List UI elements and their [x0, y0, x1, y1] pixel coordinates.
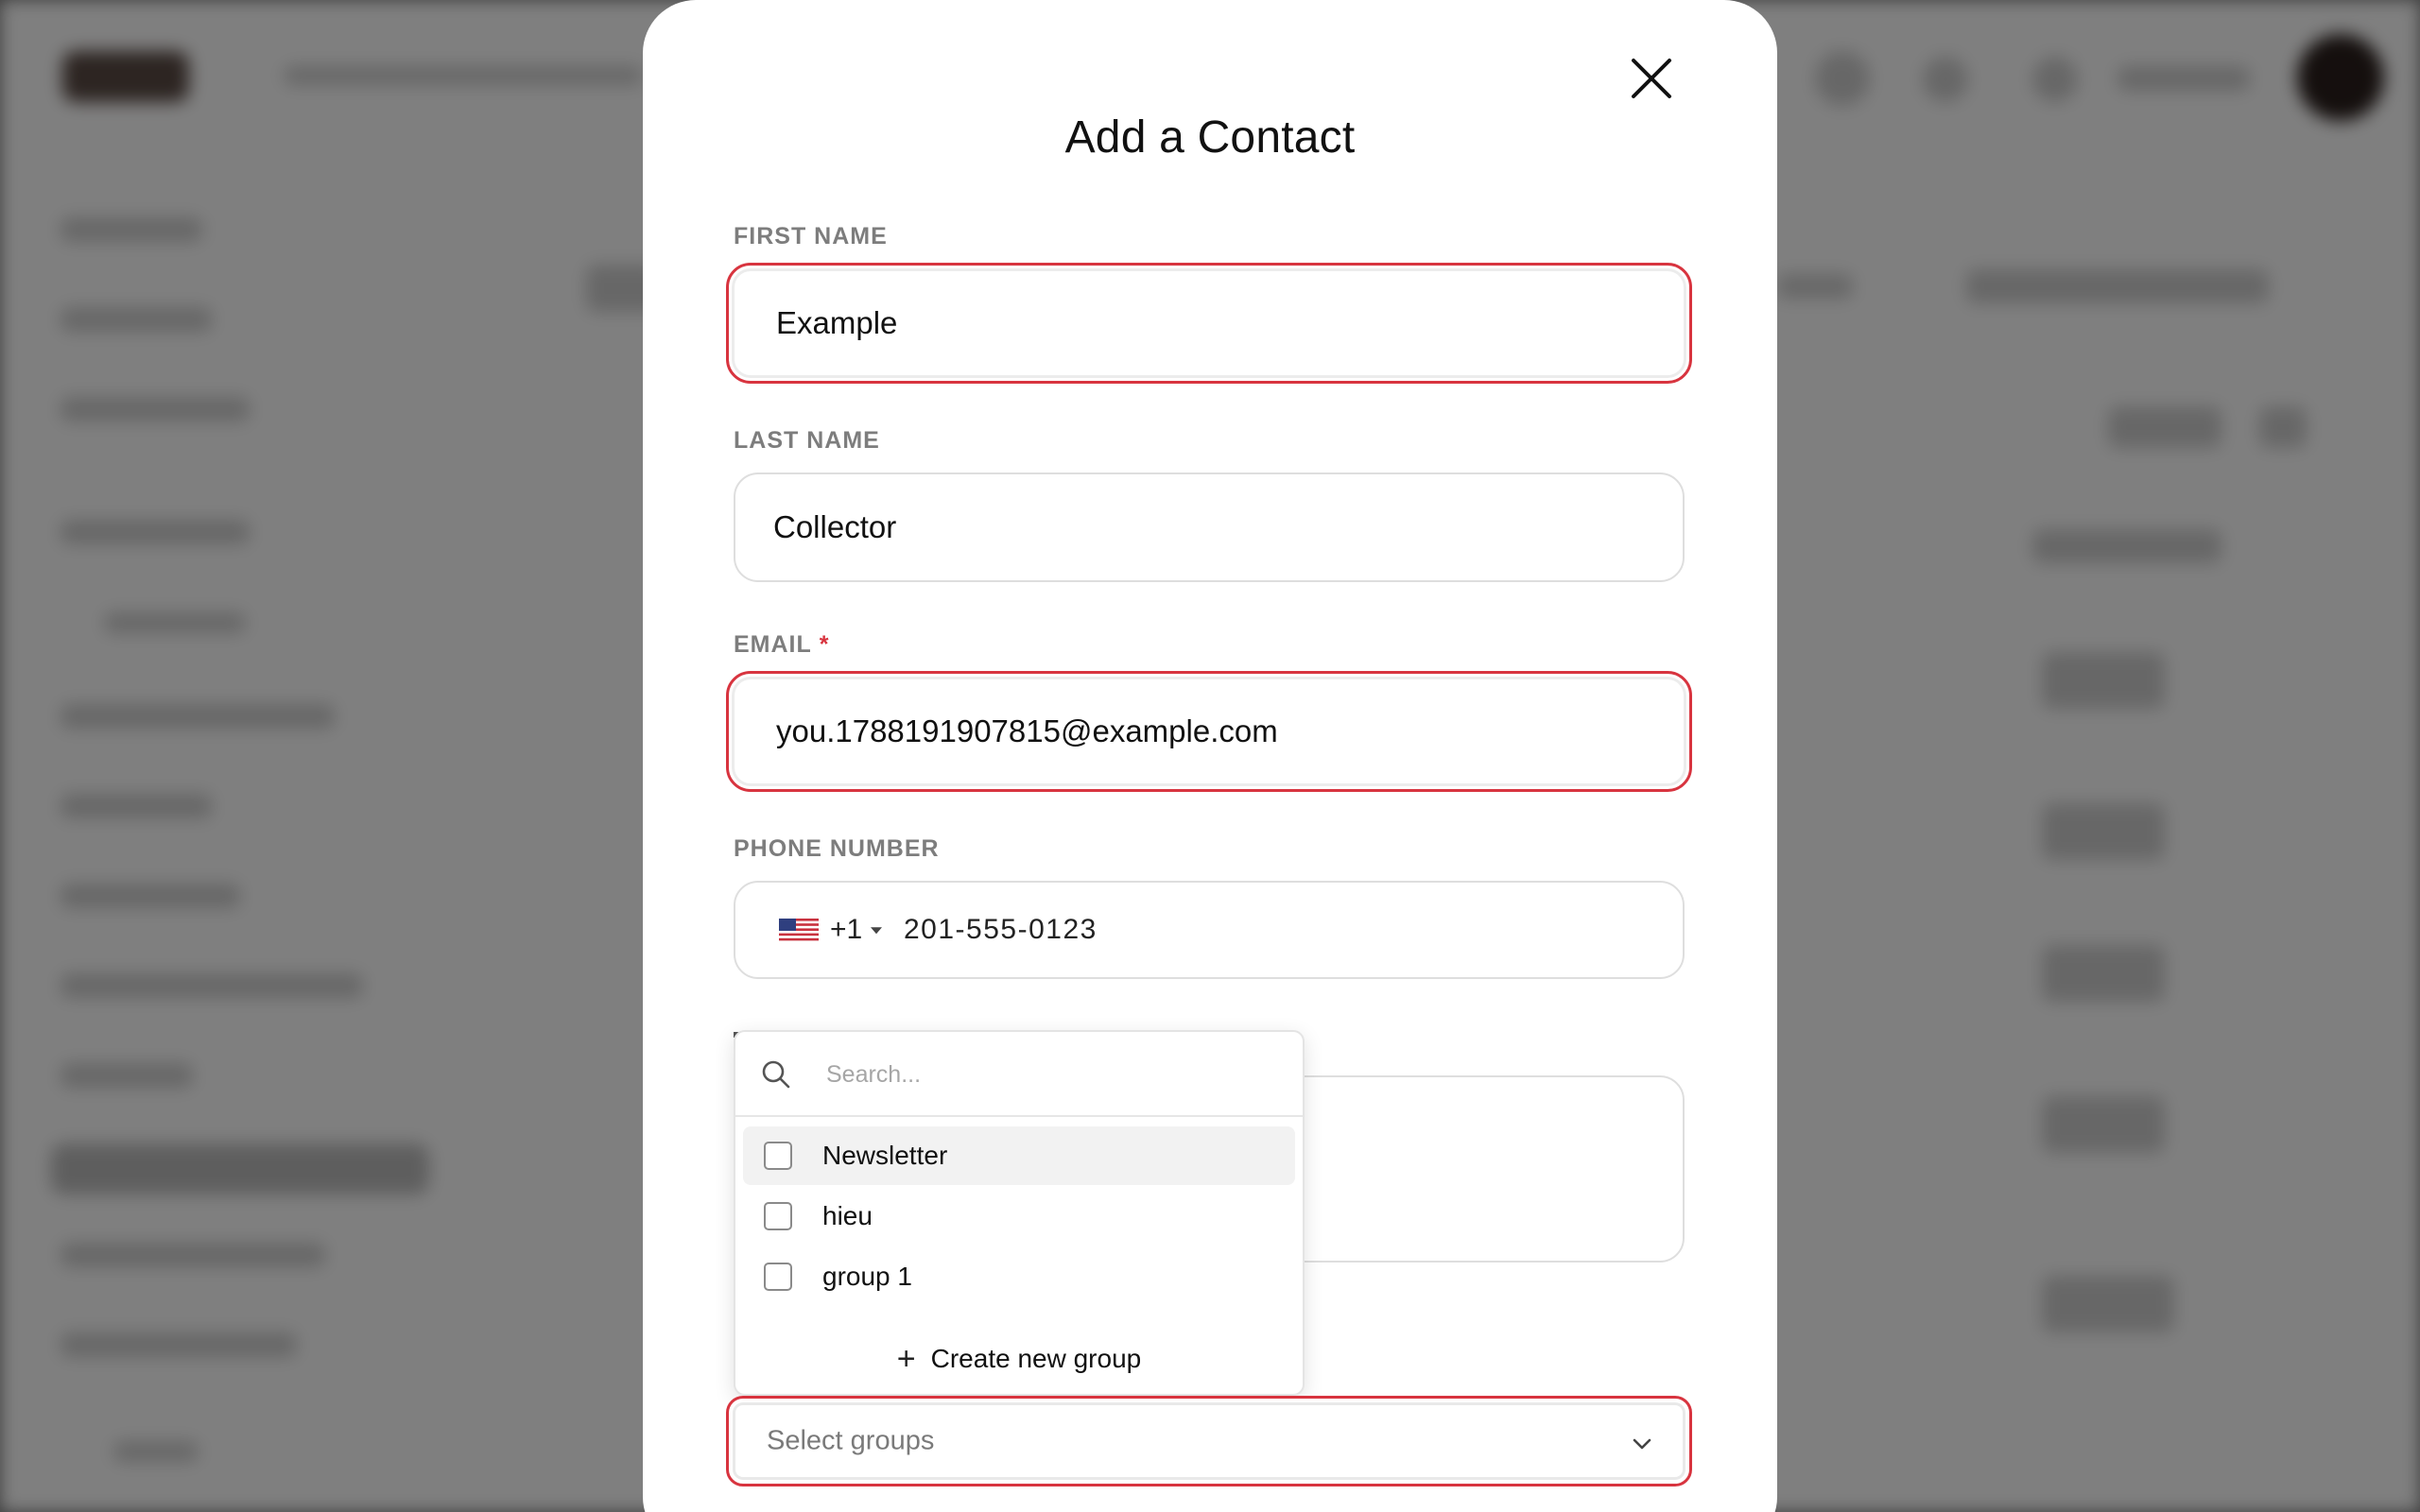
email-label-text: EMAIL: [734, 631, 812, 658]
groups-search-bar: [735, 1032, 1303, 1117]
modal-title: Add a Contact: [1064, 112, 1356, 163]
first-name-field[interactable]: Example: [726, 263, 1692, 384]
group-option-label: group 1: [822, 1262, 912, 1291]
email-field[interactable]: you.1788191907815@example.com: [726, 671, 1692, 792]
group-option-hieu[interactable]: hieu: [743, 1187, 1295, 1246]
checkbox[interactable]: [764, 1142, 792, 1170]
groups-dropdown-menu: Newsletter hieu group 1 + Create new grou…: [734, 1030, 1305, 1396]
required-mark: *: [819, 631, 830, 658]
email-value: you.1788191907815@example.com: [776, 713, 1278, 748]
country-code[interactable]: +1: [830, 914, 862, 946]
first-name-label: FIRST NAME: [734, 223, 888, 249]
us-flag-icon[interactable]: [779, 919, 819, 941]
checkbox[interactable]: [764, 1263, 792, 1291]
phone-number-value: 201-555-0123: [904, 914, 1098, 945]
create-new-group-label: Create new group: [930, 1344, 1142, 1373]
close-button[interactable]: [1624, 51, 1679, 106]
phone-number-label: PHONE NUMBER: [734, 835, 940, 862]
checkbox[interactable]: [764, 1202, 792, 1230]
last-name-field[interactable]: Collector: [734, 472, 1685, 582]
last-name-label: LAST NAME: [734, 427, 880, 454]
group-option-label: Newsletter: [822, 1141, 948, 1170]
groups-search-input[interactable]: [826, 1055, 1261, 1094]
group-option-group-1[interactable]: group 1: [743, 1247, 1295, 1306]
close-icon: [1632, 59, 1671, 98]
create-new-group-button[interactable]: + Create new group: [735, 1336, 1303, 1382]
caret-down-icon[interactable]: [871, 927, 882, 935]
group-option-label: hieu: [822, 1201, 873, 1230]
first-name-value: Example: [776, 305, 898, 340]
group-option-newsletter[interactable]: Newsletter: [743, 1126, 1295, 1185]
email-label: EMAIL *: [734, 631, 830, 659]
groups-select-placeholder: Select groups: [767, 1425, 935, 1456]
last-name-value: Collector: [773, 509, 897, 544]
groups-select[interactable]: Select groups: [726, 1396, 1692, 1486]
chevron-down-icon: [1633, 1438, 1651, 1450]
plus-icon: +: [896, 1341, 916, 1377]
phone-number-field[interactable]: +1 201-555-0123: [734, 881, 1685, 979]
search-icon: [762, 1060, 790, 1089]
